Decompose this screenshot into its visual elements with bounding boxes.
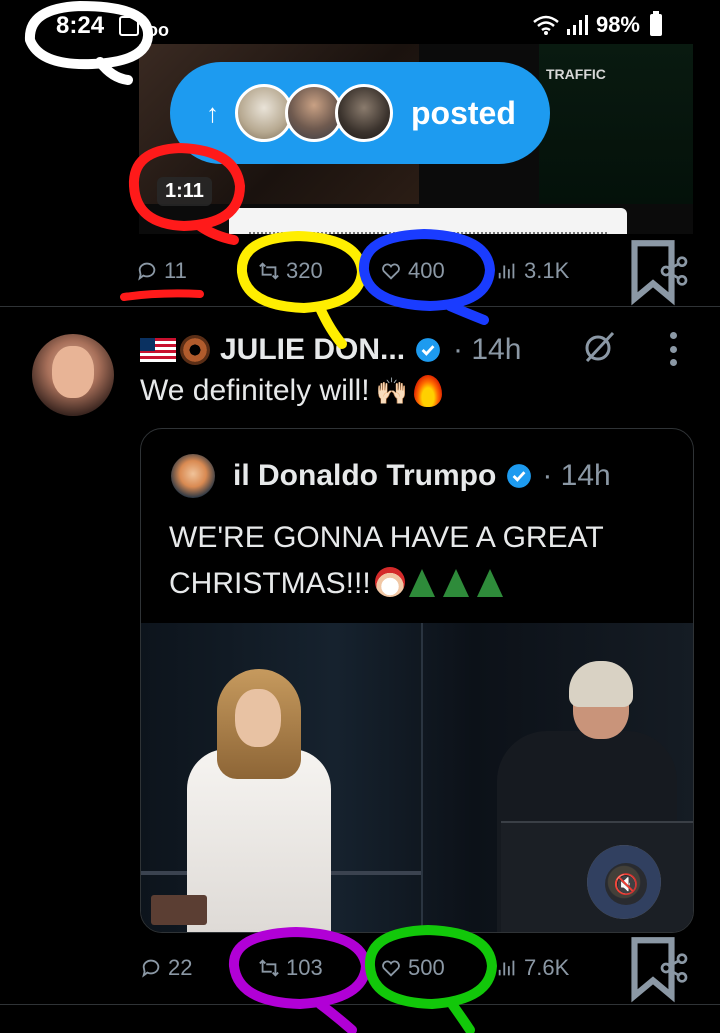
christmas-tree-icon xyxy=(476,569,503,597)
views-count: 7.6K xyxy=(524,955,570,980)
battery-icon xyxy=(650,11,662,36)
fire-icon xyxy=(413,375,442,407)
verified-badge-icon xyxy=(507,464,532,488)
battery-percent: 98% xyxy=(595,12,640,37)
arrow-up-icon: ↑ xyxy=(206,97,219,128)
christmas-tree-icon xyxy=(442,569,469,597)
verified-badge-icon xyxy=(416,338,440,362)
us-flag-icon xyxy=(140,338,176,362)
repost-button[interactable]: 320 xyxy=(258,258,323,284)
reply-icon xyxy=(142,959,160,978)
video-duration: 1:11 xyxy=(157,177,212,206)
avatar xyxy=(335,84,393,142)
top-tweet-action-bar: 11 320 400 3.1K xyxy=(130,240,690,306)
heart-icon xyxy=(382,263,400,280)
repost-icon xyxy=(259,262,279,280)
tweet-text: We definitely will! 🙌🏻 xyxy=(140,374,442,408)
views-button[interactable]: 3.1K xyxy=(496,258,569,284)
like-button[interactable]: 500 xyxy=(380,955,445,981)
like-count: 400 xyxy=(408,258,445,283)
reply-count: 11 xyxy=(164,258,187,283)
status-time: 8:24 xyxy=(56,12,105,39)
quote-video[interactable]: 🔇 xyxy=(141,623,693,932)
tweet-header: JULIE DON... · 14h xyxy=(140,328,521,372)
video-divider xyxy=(421,623,423,932)
quote-author-name: il Donaldo Trumpo xyxy=(233,459,497,492)
more-options-icon[interactable] xyxy=(670,332,678,366)
views-icon xyxy=(498,960,515,976)
views-button[interactable]: 7.6K xyxy=(496,955,569,981)
share-icon[interactable] xyxy=(658,255,690,287)
reply-button[interactable]: 11 xyxy=(136,258,187,284)
views-count: 3.1K xyxy=(524,258,570,283)
share-icon[interactable] xyxy=(658,952,690,984)
tweet-divider xyxy=(0,1004,720,1005)
voicemail-icon: oo xyxy=(147,20,169,40)
quote-author-avatar xyxy=(171,454,215,498)
like-count: 500 xyxy=(408,955,445,980)
reply-button[interactable]: 22 xyxy=(140,955,192,981)
like-button[interactable]: 400 xyxy=(380,258,445,284)
raised-hands-icon: 🙌🏻 xyxy=(375,375,408,406)
santa-icon xyxy=(374,567,405,597)
repost-icon xyxy=(259,959,279,977)
annotation-red-underline xyxy=(120,289,204,301)
tweet-body: We definitely will! xyxy=(140,374,370,407)
repost-button[interactable]: 103 xyxy=(258,955,323,981)
mute-icon[interactable]: 🔇 xyxy=(605,863,647,905)
status-right: 98% xyxy=(532,11,662,38)
christmas-tree-icon xyxy=(408,569,435,597)
wifi-icon xyxy=(533,15,559,35)
quote-tweet[interactable]: il Donaldo Trumpo · 14h WE'RE GONNA HAVE… xyxy=(140,428,694,933)
repost-count: 320 xyxy=(286,258,323,283)
views-icon xyxy=(498,263,515,279)
quote-header: il Donaldo Trumpo · 14h xyxy=(171,453,611,499)
quote-text: WE'RE GONNA HAVE A GREAT CHRISTMAS!!! xyxy=(169,515,669,607)
post-time: · 14h xyxy=(453,333,522,366)
gallery-icon xyxy=(119,16,139,36)
reply-icon xyxy=(138,262,156,281)
repost-count: 103 xyxy=(286,955,323,980)
tweet-divider xyxy=(0,306,720,307)
video-person-left xyxy=(187,669,331,932)
heart-icon xyxy=(382,960,400,977)
video-sign xyxy=(151,895,207,925)
quote-time: · 14h xyxy=(542,459,611,492)
donut-icon xyxy=(180,335,210,365)
media-traffic-label: TRAFFIC xyxy=(546,66,606,82)
posted-avatars xyxy=(235,84,393,142)
signal-icon xyxy=(566,15,588,35)
grok-icon[interactable] xyxy=(582,330,616,364)
author-avatar[interactable] xyxy=(32,334,114,416)
media-card-preview xyxy=(229,208,627,234)
new-posts-pill[interactable]: ↑ posted xyxy=(170,62,550,164)
reply-count: 22 xyxy=(168,955,193,980)
tweet-action-bar: 22 103 500 7.6K xyxy=(130,937,690,1003)
posted-label: posted xyxy=(411,94,516,131)
author-name[interactable]: JULIE DON... xyxy=(220,333,405,367)
